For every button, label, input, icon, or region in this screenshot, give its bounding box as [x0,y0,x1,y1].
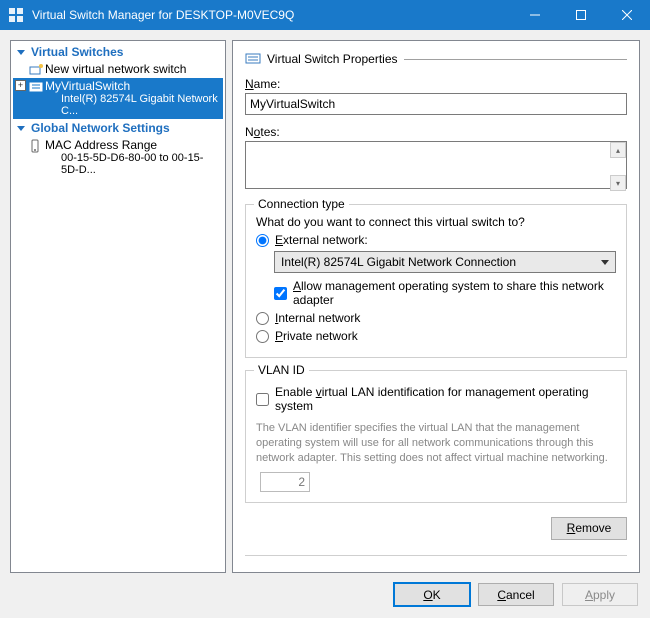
divider [404,59,628,60]
section-header: Virtual Switch Properties [245,51,627,67]
vlan-group: VLAN ID Enable virtual LAN identificatio… [245,370,627,503]
new-switch-icon [29,63,43,77]
notes-label: Notes: [245,125,627,139]
tree-item-sublabel: 00-15-5D-D6-80-00 to 00-15-5D-D... [45,152,221,176]
private-network-radio[interactable] [256,330,269,343]
enable-vlan-checkbox[interactable] [256,393,269,406]
connection-question: What do you want to connect this virtual… [256,215,616,229]
external-network-radio[interactable] [256,234,269,247]
chevron-down-icon [15,46,27,58]
switch-icon [29,80,43,94]
tree-item-new-switch[interactable]: New virtual network switch [13,61,223,78]
tree-group-label: Global Network Settings [31,121,170,135]
vlan-description: The VLAN identifier specifies the virtua… [256,421,616,466]
left-tree-pane: Virtual Switches New virtual network swi… [10,40,226,573]
vlan-id-input [260,472,310,492]
switch-properties-icon [245,51,261,67]
connection-type-group: Connection type What do you want to conn… [245,204,627,358]
dialog-footer: OK Cancel Apply [10,573,640,608]
tree-item-label: MAC Address Range [45,138,157,152]
ok-button[interactable]: OK [394,583,470,606]
tree-item-myvirtualswitch[interactable]: + MyVirtualSwitch Intel(R) 82574L Gigabi… [13,78,223,119]
section-title: Virtual Switch Properties [267,52,398,66]
internal-network-radio[interactable] [256,312,269,325]
external-network-label: External network: [275,233,368,247]
allow-mgmt-label: Allow management operating system to sha… [293,279,616,307]
cancel-button[interactable]: Cancel [478,583,554,606]
tree-group-global-settings[interactable]: Global Network Settings [13,119,223,137]
minimize-button[interactable] [512,0,558,30]
tree-item-label: MyVirtualSwitch [45,79,130,93]
group-legend: Connection type [254,197,349,211]
title-bar: Virtual Switch Manager for DESKTOP-M0VEC… [0,0,650,30]
adapter-select[interactable]: Intel(R) 82574L Gigabit Network Connecti… [274,251,616,273]
expand-icon[interactable]: + [15,80,26,91]
chevron-down-icon [15,122,27,134]
internal-network-label: Internal network [275,311,360,325]
adapter-selected-value: Intel(R) 82574L Gigabit Network Connecti… [281,255,516,269]
tree-item-mac-range[interactable]: MAC Address Range 00-15-5D-D6-80-00 to 0… [13,137,223,178]
private-network-label: Private network [275,329,358,343]
tree-item-label: New virtual network switch [45,62,186,76]
tree-item-sublabel: Intel(R) 82574L Gigabit Network C... [45,93,221,117]
close-button[interactable] [604,0,650,30]
name-label: Name: [245,77,627,91]
window-title: Virtual Switch Manager for DESKTOP-M0VEC… [28,8,512,22]
notes-textarea[interactable] [245,141,627,189]
enable-vlan-label: Enable virtual LAN identification for ma… [275,385,616,413]
remove-button[interactable]: Remove [551,517,627,540]
properties-pane: Virtual Switch Properties Name: Notes: ▴… [232,40,640,573]
app-icon [8,7,24,23]
name-input[interactable] [245,93,627,115]
tree-group-virtual-switches[interactable]: Virtual Switches [13,43,223,61]
divider [245,555,627,556]
allow-mgmt-checkbox[interactable] [274,287,287,300]
group-legend: VLAN ID [254,363,309,377]
apply-button: Apply [562,583,638,606]
client-area: Virtual Switches New virtual network swi… [0,30,650,618]
tree-group-label: Virtual Switches [31,45,123,59]
maximize-button[interactable] [558,0,604,30]
mac-range-icon [29,139,43,153]
